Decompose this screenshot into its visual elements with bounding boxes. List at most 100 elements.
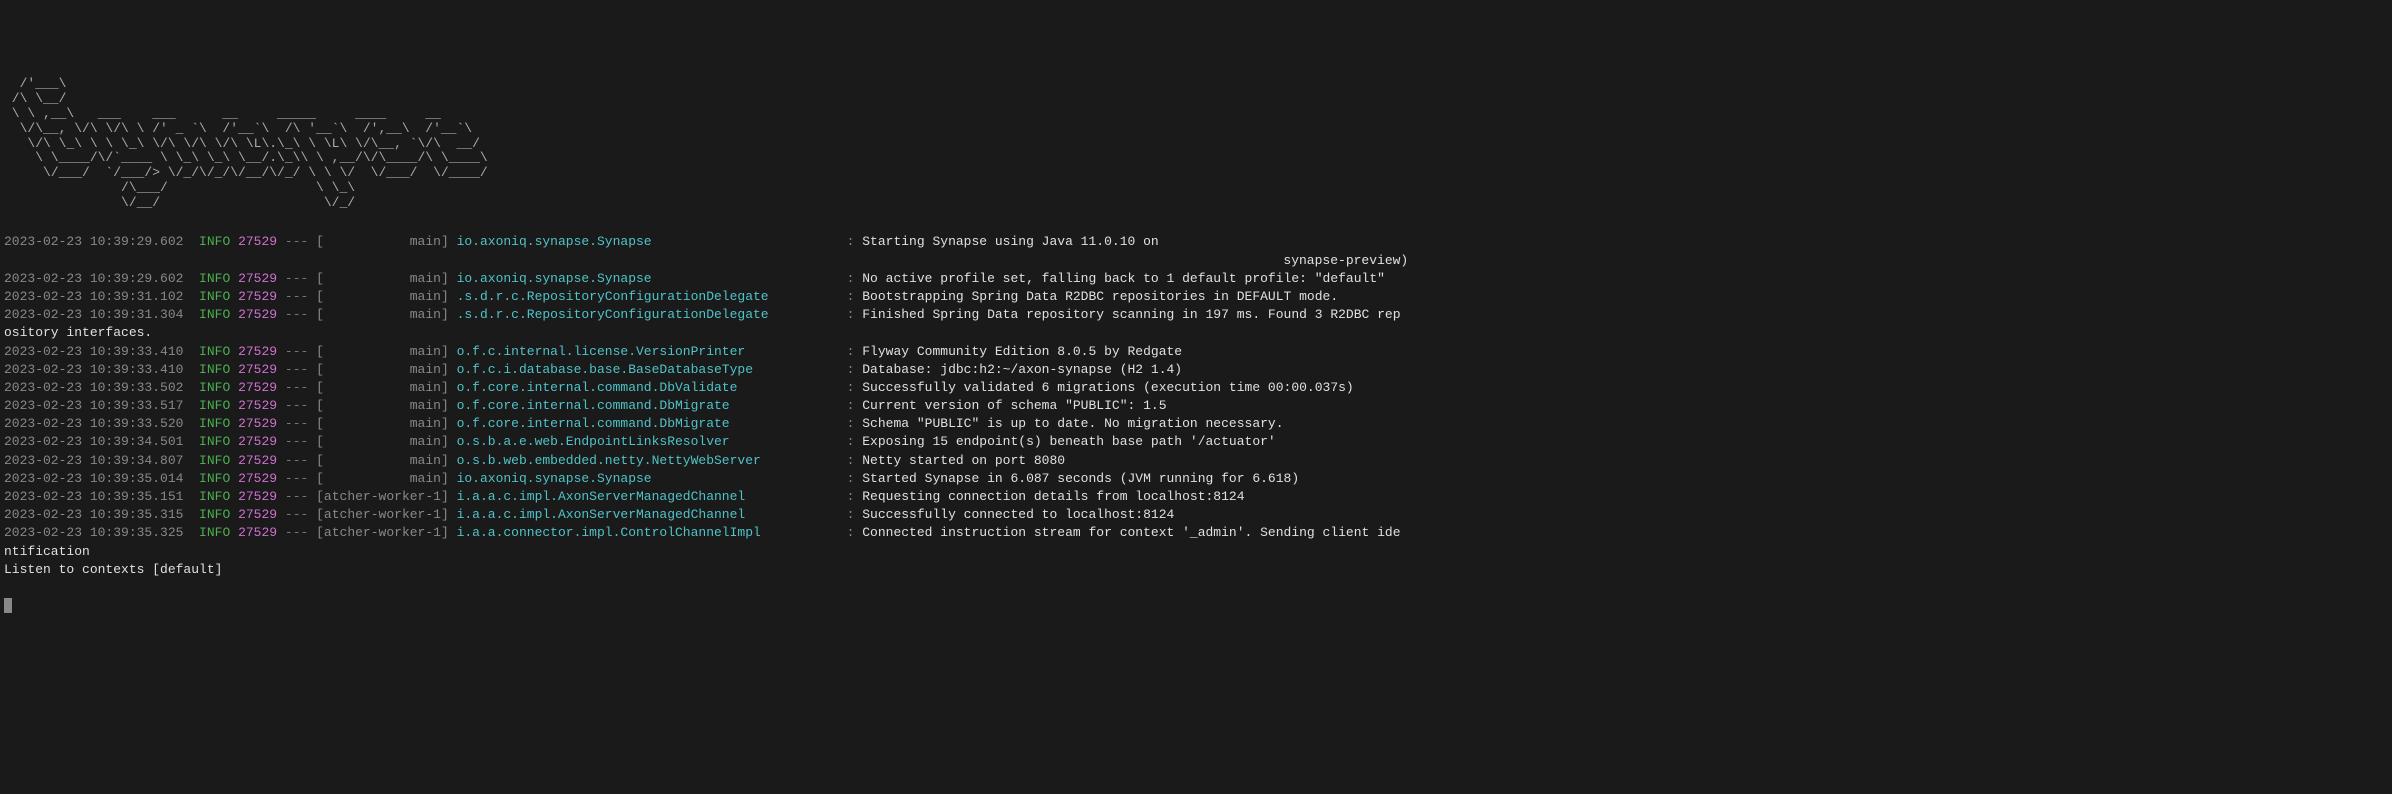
log-dashes: --- — [285, 434, 308, 449]
log-level: INFO — [199, 434, 230, 449]
log-timestamp: 2023-02-23 10:39:31.102 — [4, 289, 183, 304]
log-logger: o.f.core.internal.command.DbMigrate — [457, 398, 847, 413]
log-line: 2023-02-23 10:39:35.315 INFO 27529 --- [… — [4, 506, 2388, 524]
log-separator: : — [847, 398, 863, 413]
log-separator: : — [847, 380, 863, 395]
log-thread: [ main] — [316, 362, 449, 377]
log-line: 2023-02-23 10:39:29.602 INFO 27529 --- [… — [4, 233, 2388, 251]
log-thread: [ main] — [316, 271, 449, 286]
log-dashes: --- — [285, 416, 308, 431]
log-level: INFO — [199, 507, 230, 522]
log-dashes: --- — [285, 525, 308, 540]
log-thread: [ main] — [316, 398, 449, 413]
log-logger: i.a.a.c.impl.AxonServerManagedChannel — [457, 507, 847, 522]
log-thread: [ main] — [316, 289, 449, 304]
log-timestamp: 2023-02-23 10:39:33.517 — [4, 398, 183, 413]
log-timestamp: 2023-02-23 10:39:29.602 — [4, 234, 183, 249]
ascii-banner: /'___\ /\ \__/ \ \ ,__\ ___ ___ __ _____… — [4, 77, 2388, 211]
log-timestamp: 2023-02-23 10:39:33.410 — [4, 362, 183, 377]
log-thread: [atcher-worker-1] — [316, 525, 449, 540]
log-level: INFO — [199, 525, 230, 540]
log-line: Listen to contexts [default] — [4, 561, 2388, 579]
log-line: 2023-02-23 10:39:33.410 INFO 27529 --- [… — [4, 361, 2388, 379]
log-message: Exposing 15 endpoint(s) beneath base pat… — [862, 434, 1275, 449]
log-message: Database: jdbc:h2:~/axon-synapse (H2 1.4… — [862, 362, 1182, 377]
log-logger: .s.d.r.c.RepositoryConfigurationDelegate — [457, 289, 847, 304]
log-thread: [ main] — [316, 416, 449, 431]
log-timestamp: 2023-02-23 10:39:34.807 — [4, 453, 183, 468]
log-logger: o.f.c.internal.license.VersionPrinter — [457, 344, 847, 359]
log-message: Finished Spring Data repository scanning… — [862, 307, 1400, 322]
log-logger: i.a.a.c.impl.AxonServerManagedChannel — [457, 489, 847, 504]
log-separator: : — [847, 234, 863, 249]
log-line: 2023-02-23 10:39:35.014 INFO 27529 --- [… — [4, 470, 2388, 488]
log-level: INFO — [199, 307, 230, 322]
log-level: INFO — [199, 398, 230, 413]
log-separator: : — [847, 362, 863, 377]
log-thread: [atcher-worker-1] — [316, 507, 449, 522]
log-separator: : — [847, 271, 863, 286]
log-line: 2023-02-23 10:39:34.807 INFO 27529 --- [… — [4, 452, 2388, 470]
log-line: 2023-02-23 10:39:29.602 INFO 27529 --- [… — [4, 270, 2388, 288]
log-thread: [ main] — [316, 307, 449, 322]
log-dashes: --- — [285, 234, 308, 249]
log-level: INFO — [199, 416, 230, 431]
log-logger: o.f.c.i.database.base.BaseDatabaseType — [457, 362, 847, 377]
log-level: INFO — [199, 271, 230, 286]
log-dashes: --- — [285, 362, 308, 377]
log-pid: 27529 — [238, 362, 277, 377]
log-pid: 27529 — [238, 489, 277, 504]
log-line: 2023-02-23 10:39:33.502 INFO 27529 --- [… — [4, 379, 2388, 397]
log-message: Flyway Community Edition 8.0.5 by Redgat… — [862, 344, 1182, 359]
log-message: Requesting connection details from local… — [862, 489, 1244, 504]
log-line: synapse-preview) — [4, 252, 2388, 270]
log-pid: 27529 — [238, 525, 277, 540]
log-pid: 27529 — [238, 380, 277, 395]
log-dashes: --- — [285, 289, 308, 304]
log-logger: o.s.b.web.embedded.netty.NettyWebServer — [457, 453, 847, 468]
log-timestamp: 2023-02-23 10:39:33.410 — [4, 344, 183, 359]
log-timestamp: 2023-02-23 10:39:31.304 — [4, 307, 183, 322]
log-dashes: --- — [285, 471, 308, 486]
log-separator: : — [847, 471, 863, 486]
log-line: 2023-02-23 10:39:35.325 INFO 27529 --- [… — [4, 524, 2388, 542]
log-level: INFO — [199, 380, 230, 395]
log-timestamp: 2023-02-23 10:39:35.014 — [4, 471, 183, 486]
log-level: INFO — [199, 471, 230, 486]
log-pid: 27529 — [238, 398, 277, 413]
log-pid: 27529 — [238, 234, 277, 249]
log-pid: 27529 — [238, 507, 277, 522]
log-thread: [ main] — [316, 453, 449, 468]
log-line: 2023-02-23 10:39:34.501 INFO 27529 --- [… — [4, 433, 2388, 451]
log-pid: 27529 — [238, 271, 277, 286]
log-logger: o.s.b.a.e.web.EndpointLinksResolver — [457, 434, 847, 449]
log-level: INFO — [199, 344, 230, 359]
log-dashes: --- — [285, 507, 308, 522]
log-message: No active profile set, falling back to 1… — [862, 271, 1385, 286]
log-dashes: --- — [285, 398, 308, 413]
log-continuation: Listen to contexts [default] — [4, 562, 222, 577]
log-dashes: --- — [285, 344, 308, 359]
log-timestamp: 2023-02-23 10:39:35.315 — [4, 507, 183, 522]
log-line: 2023-02-23 10:39:31.304 INFO 27529 --- [… — [4, 306, 2388, 324]
log-message: Bootstrapping Spring Data R2DBC reposito… — [862, 289, 1338, 304]
log-pid: 27529 — [238, 453, 277, 468]
log-thread: [ main] — [316, 434, 449, 449]
log-timestamp: 2023-02-23 10:39:29.602 — [4, 271, 183, 286]
log-level: INFO — [199, 289, 230, 304]
log-thread: [ main] — [316, 234, 449, 249]
log-dashes: --- — [285, 380, 308, 395]
log-message: Schema "PUBLIC" is up to date. No migrat… — [862, 416, 1283, 431]
log-logger: i.a.a.connector.impl.ControlChannelImpl — [457, 525, 847, 540]
log-timestamp: 2023-02-23 10:39:35.325 — [4, 525, 183, 540]
log-message: Started Synapse in 6.087 seconds (JVM ru… — [862, 471, 1299, 486]
log-separator: : — [847, 525, 863, 540]
log-continuation: ository interfaces. — [4, 325, 152, 340]
log-line: ository interfaces. — [4, 324, 2388, 342]
log-separator: : — [847, 489, 863, 504]
log-line: 2023-02-23 10:39:33.410 INFO 27529 --- [… — [4, 343, 2388, 361]
log-dashes: --- — [285, 453, 308, 468]
log-pid: 27529 — [238, 289, 277, 304]
log-message: Starting Synapse using Java 11.0.10 on — [862, 234, 1158, 249]
log-timestamp: 2023-02-23 10:39:35.151 — [4, 489, 183, 504]
